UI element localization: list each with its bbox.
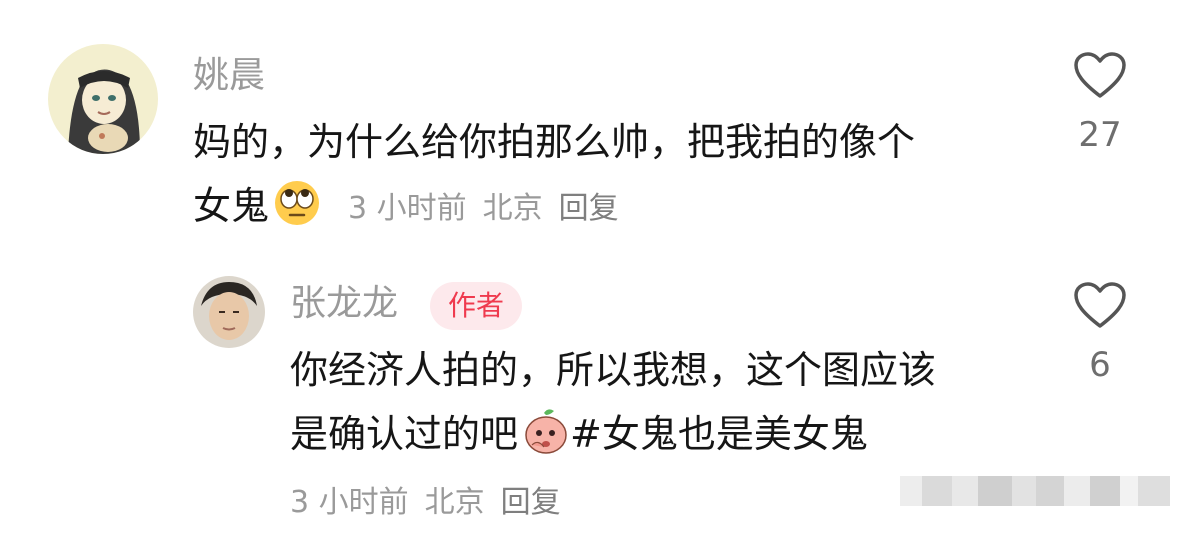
avatar[interactable] [193,276,265,348]
comment-line: 你经济人拍的，所以我想，这个图应该 [290,348,937,392]
like-count: 6 [1089,345,1111,385]
reply-button[interactable]: 回复 [559,191,619,226]
avatar[interactable] [48,44,158,154]
avatar-illustration-icon [48,44,158,154]
comment-line: 妈的，为什么给你拍那么帅，把我拍的像个 [193,120,916,164]
timestamp: 3 小时前 [290,485,409,520]
location: 北京 [482,191,543,226]
timestamp: 3 小时前 [348,191,467,226]
comment-meta: 3 小时前 北京 回复 [348,194,635,224]
comment-meta: 3 小时前 北京 回复 [290,488,577,518]
comment-line-text: 是确认过的吧 [290,412,519,456]
like-button[interactable]: 6 [1060,282,1140,382]
peach-thinking-emoji-icon [525,409,567,454]
heart-icon [1074,282,1126,328]
comment-line-text: 女鬼 [193,184,270,228]
heart-icon [1074,52,1126,98]
like-count: 27 [1078,115,1122,155]
comment-line: 是确认过的吧 #女鬼也是美女鬼 [290,402,936,466]
comment-text: 你经济人拍的，所以我想，这个图应该 是确认过的吧 #女鬼也是美女鬼 [290,338,936,466]
avatar-photo-icon [193,276,265,348]
like-button[interactable]: 27 [1060,52,1140,152]
username[interactable]: 张龙龙 [290,286,398,322]
blurred-watermark [900,476,1170,506]
username[interactable]: 姚晨 [193,58,265,94]
reply-button[interactable]: 回复 [501,485,561,520]
location: 北京 [424,485,485,520]
eye-roll-emoji-icon [275,181,320,225]
hashtag-link[interactable]: #女鬼也是美女鬼 [570,412,868,456]
author-badge: 作者 [430,282,523,330]
